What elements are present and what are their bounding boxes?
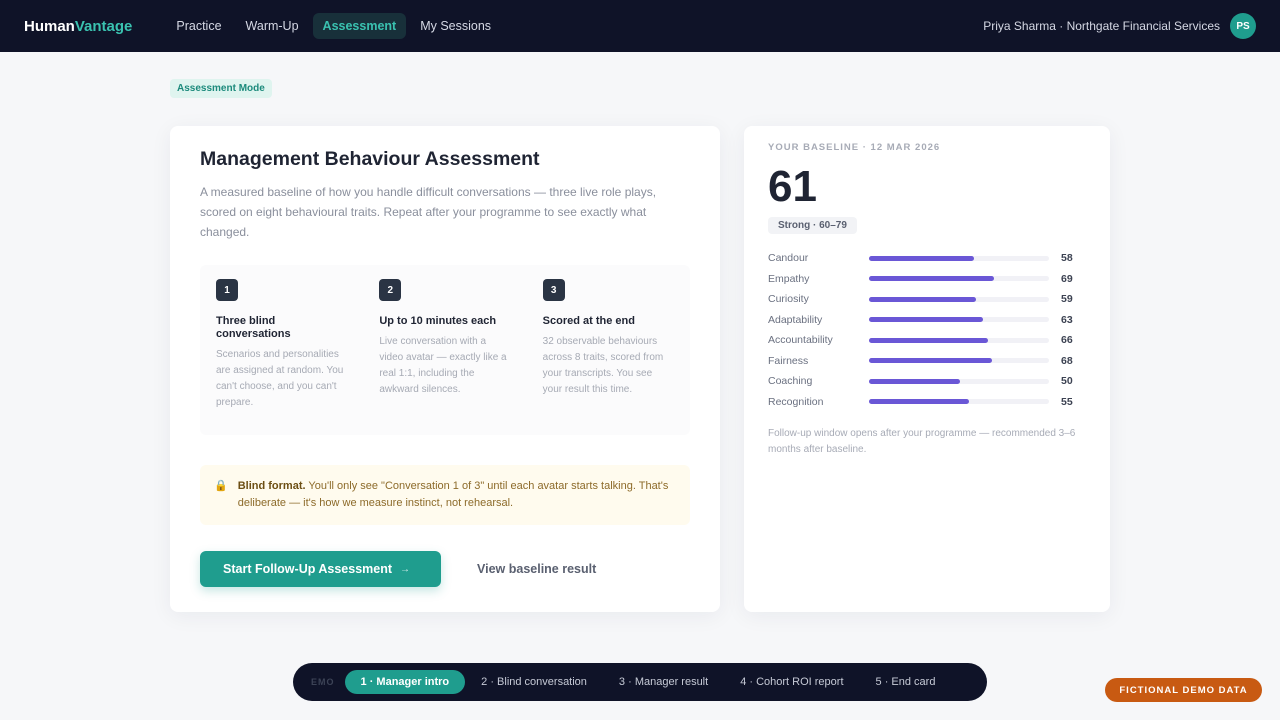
trait-row: Coaching 50 — [768, 371, 1086, 392]
assessment-intro-card: Management Behaviour Assessment A measur… — [170, 126, 720, 612]
notice-bold: Blind format. — [237, 480, 306, 492]
trait-bar-track — [869, 337, 1049, 343]
demo-step-blind-conversation[interactable]: 2 · Blind conversation — [465, 670, 603, 694]
trait-score: 59 — [1061, 293, 1073, 306]
step-title: Three blind conversations — [216, 315, 291, 340]
trait-bar-track — [869, 317, 1049, 323]
demo-step-cohort-roi-report[interactable]: 4 · Cohort ROI report — [724, 670, 859, 694]
view-baseline-result-link[interactable]: View baseline result — [477, 562, 596, 576]
page-description: A measured baseline of how you handle di… — [200, 185, 657, 239]
user-menu[interactable]: Priya Sharma · Northgate Financial Servi… — [983, 13, 1256, 39]
nav-item-practice[interactable]: Practice — [166, 13, 231, 39]
fictional-demo-data-badge: FICTIONAL DEMO DATA — [1105, 678, 1262, 702]
start-follow-up-assessment-button[interactable]: Start Follow-Up Assessment → — [200, 551, 441, 587]
main-nav: Practice Warm-Up Assessment My Sessions — [166, 13, 501, 39]
step-number: 2 — [379, 279, 402, 301]
baseline-score: 61 — [768, 162, 817, 211]
step-item: 3 Scored at the end 32 observable behavi… — [527, 265, 690, 435]
step-title: Scored at the end — [542, 315, 635, 327]
trait-row: Candour 58 — [768, 248, 1086, 269]
blind-format-notice: 🔒 Blind format. You'll only see "Convers… — [200, 465, 690, 525]
top-nav-bar: HumanVantage Practice Warm-Up Assessment… — [0, 0, 1280, 52]
card-actions: Start Follow-Up Assessment → View baseli… — [200, 551, 690, 587]
baseline-label: YOUR BASELINE · 12 MAR 2026 — [768, 142, 941, 153]
notice-text: Blind format. You'll only see "Conversat… — [238, 478, 676, 512]
logo-text-accent: Vantage — [74, 17, 133, 35]
demo-step-end-card[interactable]: 5 · End card — [860, 670, 952, 694]
trait-score: 63 — [1061, 313, 1073, 326]
assessment-mode-badge: Assessment Mode — [170, 79, 272, 98]
trait-bar-track — [869, 255, 1049, 261]
trait-row: Recognition 55 — [768, 392, 1086, 413]
lock-icon: 🔒 — [214, 480, 228, 492]
step-item: 2 Up to 10 minutes each Live conversatio… — [363, 265, 526, 435]
trait-name: Coaching — [768, 375, 813, 388]
trait-row: Curiosity 59 — [768, 289, 1086, 310]
trait-bar-fill — [869, 276, 994, 282]
trait-score: 50 — [1061, 375, 1073, 388]
assessment-steps: 1 Three blind conversations Scenarios an… — [200, 265, 690, 435]
trait-name: Fairness — [768, 354, 809, 367]
step-description: Live conversation with a video avatar — … — [379, 336, 507, 395]
trait-bar-track — [869, 378, 1049, 384]
trait-name: Curiosity — [768, 293, 809, 306]
nav-item-my-sessions[interactable]: My Sessions — [410, 13, 501, 39]
trait-row: Accountability 66 — [768, 330, 1086, 351]
nav-item-warm-up[interactable]: Warm-Up — [236, 13, 309, 39]
trait-score: 69 — [1061, 272, 1073, 285]
step-title: Up to 10 minutes each — [379, 315, 497, 327]
nav-item-assessment[interactable]: Assessment — [312, 13, 407, 39]
trait-bar-fill — [869, 399, 969, 405]
step-number: 1 — [216, 279, 238, 301]
trait-bar-fill — [869, 337, 989, 343]
trait-score: 66 — [1061, 334, 1073, 347]
trait-name: Empathy — [768, 272, 810, 285]
trait-name: Adaptability — [768, 313, 823, 326]
trait-bar-track — [869, 358, 1049, 364]
trait-score-list: Candour 58 Empathy 69 Curiosity 59 Adaptabilit… — [768, 248, 1086, 412]
start-button-label: Start Follow-Up Assessment — [223, 562, 393, 576]
trait-bar-fill — [869, 317, 984, 323]
app-logo[interactable]: HumanVantage — [24, 18, 132, 35]
trait-row: Fairness 68 — [768, 351, 1086, 372]
logo-text-primary: Human — [24, 17, 75, 35]
step-description: Scenarios and personalities are assigned… — [216, 349, 344, 408]
trait-bar-fill — [869, 296, 976, 302]
trait-name: Accountability — [768, 334, 833, 347]
score-band-badge: Strong · 60–79 — [768, 217, 857, 234]
trait-bar-fill — [869, 255, 974, 261]
step-description: 32 observable behaviours across 8 traits… — [542, 336, 664, 395]
follow-up-note: Follow-up window opens after your progra… — [768, 428, 1076, 455]
trait-bar-track — [869, 276, 1049, 282]
trait-name: Candour — [768, 252, 809, 265]
step-number: 3 — [542, 279, 565, 301]
trait-score: 68 — [1061, 354, 1073, 367]
trait-bar-track — [869, 399, 1049, 405]
trait-bar-track — [869, 296, 1049, 302]
trait-bar-fill — [869, 358, 993, 364]
avatar[interactable]: PS — [1230, 13, 1256, 39]
trait-score: 58 — [1061, 252, 1073, 265]
demo-step-manager-intro[interactable]: 1 · Manager intro — [344, 670, 466, 694]
trait-bar-fill — [869, 378, 960, 384]
trait-row: Empathy 69 — [768, 269, 1086, 290]
trait-name: Recognition — [768, 395, 824, 408]
user-name-org: Priya Sharma · Northgate Financial Servi… — [983, 19, 1220, 33]
baseline-card: YOUR BASELINE · 12 MAR 2026 61 Strong · … — [744, 126, 1110, 612]
demo-step-manager-result[interactable]: 3 · Manager result — [603, 670, 724, 694]
step-item: 1 Three blind conversations Scenarios an… — [200, 265, 363, 435]
demo-tag: EMO — [311, 677, 335, 687]
page-title: Management Behaviour Assessment — [200, 148, 540, 170]
trait-row: Adaptability 63 — [768, 310, 1086, 331]
arrow-right-icon: → — [400, 563, 411, 575]
trait-score: 55 — [1061, 395, 1073, 408]
demo-step-bar: EMO 1 · Manager intro 2 · Blind conversa… — [293, 663, 987, 701]
